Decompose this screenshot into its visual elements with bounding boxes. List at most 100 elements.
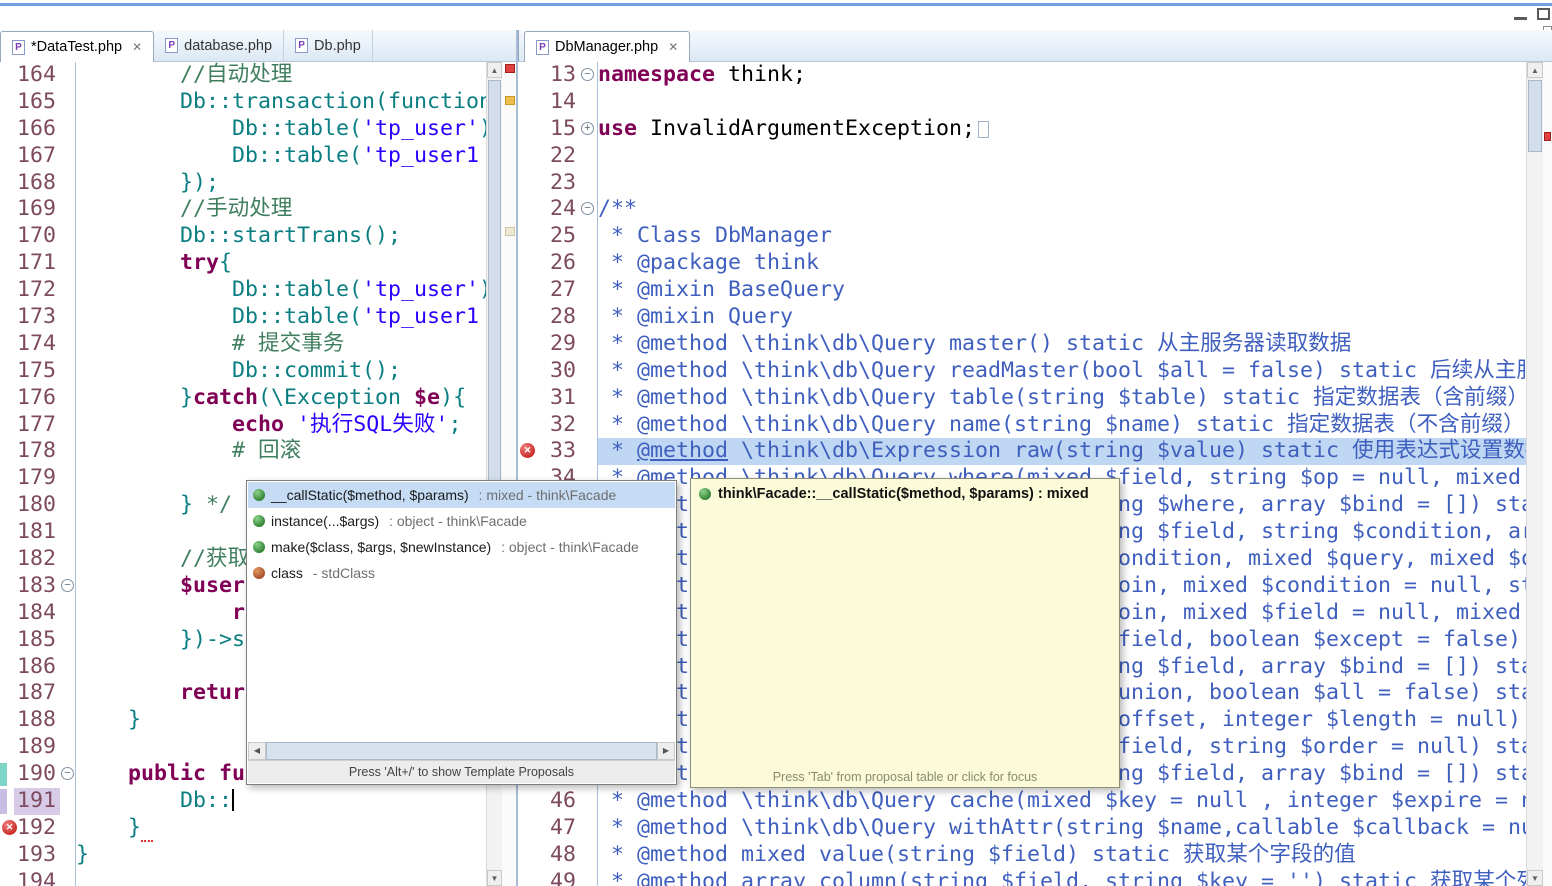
- fold-collapse-icon[interactable]: −: [61, 767, 74, 780]
- code-token: Db::commit();: [76, 358, 401, 383]
- line-number: 26: [536, 250, 580, 277]
- completion-item-name: __callStatic($method, $params): [271, 487, 469, 503]
- annotation-ruler: [518, 385, 536, 412]
- code-line: 173 Db::table('tp_user1: [0, 304, 486, 331]
- code-token: * @package think: [598, 250, 819, 275]
- fold-ruler: [60, 707, 76, 734]
- code-token: ): [479, 277, 486, 302]
- scrollbar-thumb[interactable]: [1528, 80, 1542, 152]
- code-text: * @method \think\db\Query table(string $…: [598, 385, 1526, 412]
- code-text: Db::: [76, 788, 486, 815]
- fold-ruler: +: [580, 116, 598, 143]
- warning-overview-marker[interactable]: [505, 96, 515, 105]
- fold-ruler: [60, 62, 76, 89]
- fold-collapse-icon[interactable]: −: [581, 202, 594, 215]
- code-text: }catch(\Exception $e){: [76, 385, 486, 412]
- code-token: think;: [715, 62, 806, 87]
- occurrence-overview-marker[interactable]: [505, 227, 515, 236]
- scroll-down-icon[interactable]: ▼: [1527, 870, 1543, 886]
- editor-tab[interactable]: PDb.php: [284, 30, 373, 61]
- completion-hscrollbar[interactable]: ◀ ▶: [248, 742, 675, 760]
- code-text: * @method \think\db\Query readMaster(boo…: [598, 358, 1526, 385]
- scroll-right-icon[interactable]: ▶: [657, 742, 675, 760]
- code-line: 49 * @method array column(string $field,…: [518, 869, 1526, 886]
- code-token: catch: [193, 385, 258, 410]
- line-number: 171: [14, 250, 60, 277]
- annotation-ruler: [0, 143, 14, 170]
- right-editor-tabbar: PDbManager.php✕: [518, 30, 1552, 62]
- code-text: [76, 869, 486, 886]
- right-overview-ruler[interactable]: [1543, 62, 1552, 886]
- completion-list[interactable]: __callStatic($method, $params) : mixed -…: [248, 482, 675, 586]
- line-number: 172: [14, 277, 60, 304]
- scroll-up-icon[interactable]: ▲: [487, 62, 502, 78]
- code-line: 13−namespace think;: [518, 62, 1526, 89]
- code-token: Db::transaction(function: [76, 89, 486, 114]
- line-number: 25: [536, 223, 580, 250]
- scroll-left-icon[interactable]: ◀: [248, 742, 266, 760]
- code-token: Db::table(: [76, 116, 362, 141]
- line-number: 14: [536, 89, 580, 116]
- line-number: 24: [536, 196, 580, 223]
- tab-label: DbManager.php: [555, 39, 658, 55]
- fold-ruler: [60, 600, 76, 627]
- folded-region-icon: [978, 121, 989, 138]
- code-text: Db::commit();: [76, 358, 486, 385]
- fold-ruler: [580, 385, 598, 412]
- line-number: 187: [14, 680, 60, 707]
- line-number: 15: [536, 116, 580, 143]
- fold-ruler: [60, 143, 76, 170]
- scroll-down-icon[interactable]: ▼: [487, 870, 502, 886]
- annotation-ruler: ✕: [518, 438, 536, 465]
- minimize-icon[interactable]: [1514, 8, 1527, 20]
- editor-tab[interactable]: PDbManager.php✕: [524, 31, 690, 62]
- annotation-ruler: [518, 170, 536, 197]
- editor-tab[interactable]: P*DataTest.php✕: [0, 31, 154, 62]
- fold-collapse-icon[interactable]: −: [61, 579, 74, 592]
- annotation-ruler: [518, 842, 536, 869]
- error-icon: ✕: [2, 820, 17, 835]
- left-editor-tabbar: P*DataTest.php✕Pdatabase.phpPDb.php: [0, 30, 518, 62]
- fold-collapse-icon[interactable]: −: [581, 68, 594, 81]
- code-token: //自动处理: [180, 62, 292, 87]
- completion-item-type: - stdClass: [309, 565, 375, 581]
- code-token: ): [479, 116, 486, 141]
- scroll-up-icon[interactable]: ▲: [1527, 62, 1543, 78]
- completion-item[interactable]: __callStatic($method, $params) : mixed -…: [248, 482, 675, 508]
- completion-item[interactable]: class - stdClass: [248, 560, 675, 586]
- annotation-ruler: [518, 116, 536, 143]
- code-token: });: [76, 170, 219, 195]
- annotation-ruler: [0, 89, 14, 116]
- right-editor-scrollbar[interactable]: ▲ ▼: [1526, 62, 1543, 886]
- editor-tab[interactable]: Pdatabase.php: [154, 30, 284, 61]
- code-token: r: [232, 600, 245, 625]
- tab-close-icon[interactable]: ✕: [668, 40, 678, 54]
- line-number: 192: [14, 815, 60, 842]
- code-line: 171 try{: [0, 250, 486, 277]
- line-number: 190: [14, 761, 60, 788]
- maximize-icon[interactable]: [1537, 8, 1550, 20]
- scrollbar-thumb[interactable]: [488, 80, 501, 500]
- annotation-ruler: [518, 196, 536, 223]
- code-token: [284, 412, 297, 437]
- code-token: [76, 438, 232, 463]
- occurrence-marker: [0, 763, 7, 786]
- code-token: */: [206, 492, 232, 517]
- annotation-ruler: [518, 358, 536, 385]
- error-overview-marker[interactable]: [505, 64, 515, 73]
- tab-close-icon[interactable]: ✕: [132, 40, 142, 54]
- completion-item[interactable]: make($class, $args, $newInstance) : obje…: [248, 534, 675, 560]
- error-overview-marker[interactable]: [1544, 132, 1551, 141]
- annotation-ruler: [0, 627, 14, 654]
- fold-expand-icon[interactable]: +: [581, 122, 594, 135]
- scrollbar-thumb[interactable]: [266, 742, 657, 760]
- completion-item[interactable]: instance(...$args) : object - think\Faca…: [248, 508, 675, 534]
- code-line: 172 Db::table('tp_user'): [0, 277, 486, 304]
- annotation-ruler: [0, 707, 14, 734]
- fold-ruler: [60, 438, 76, 465]
- code-token: [76, 546, 180, 571]
- code-token: }: [76, 385, 193, 410]
- line-number: 188: [14, 707, 60, 734]
- code-line: 46 * @method \think\db\Query cache(mixed…: [518, 788, 1526, 815]
- completion-item-name: make($class, $args, $newInstance): [271, 539, 491, 555]
